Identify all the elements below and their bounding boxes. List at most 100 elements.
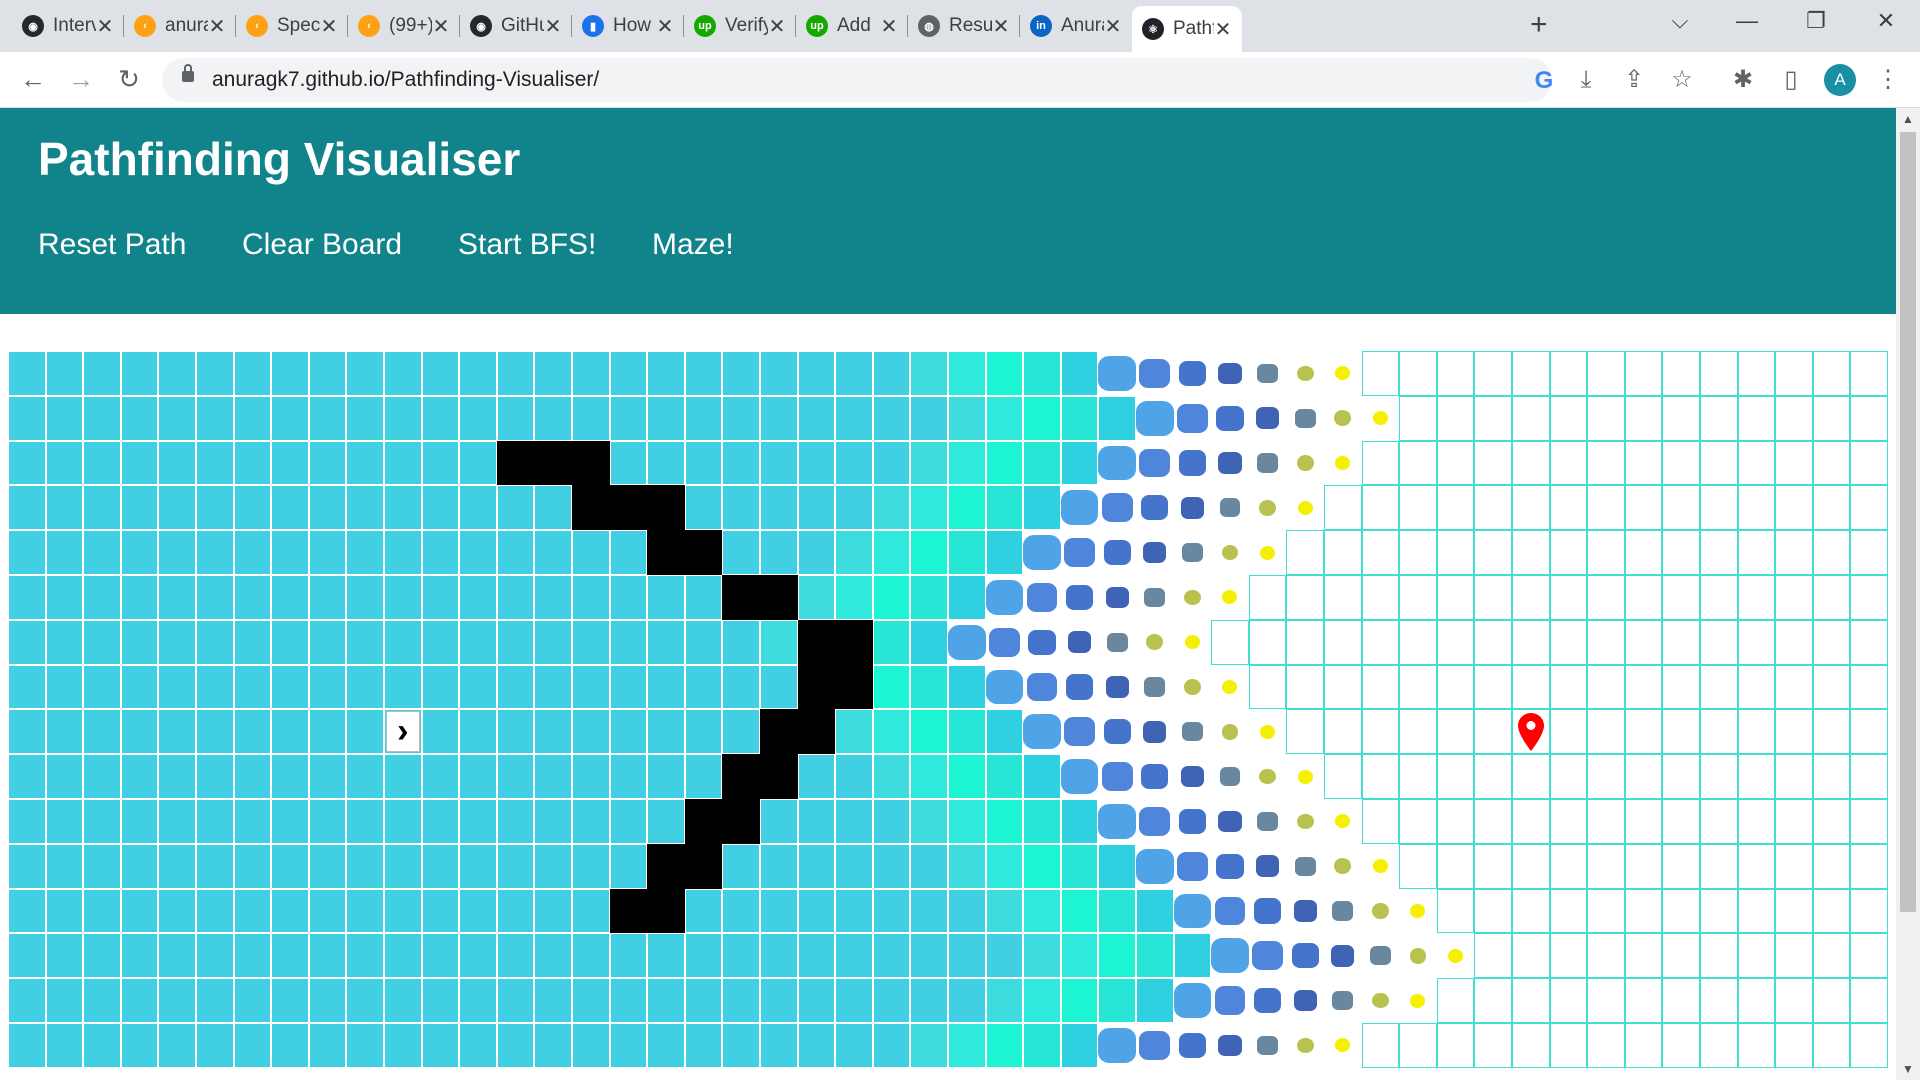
- visited-cell[interactable]: [534, 709, 572, 755]
- visited-cell[interactable]: [534, 530, 572, 575]
- unvisited-cell[interactable]: [1549, 575, 1588, 620]
- visited-cell[interactable]: [684, 619, 723, 665]
- browser-tab[interactable]: ▮ How ✕: [572, 6, 684, 46]
- unvisited-cell[interactable]: [1286, 619, 1324, 665]
- side-panel-icon[interactable]: ▯: [1775, 66, 1807, 94]
- visited-cell[interactable]: [797, 888, 836, 934]
- visiting-cell[interactable]: [1173, 619, 1212, 665]
- unvisited-cell[interactable]: [1587, 799, 1625, 844]
- visited-cell[interactable]: [985, 754, 1024, 799]
- forward-button[interactable]: →: [64, 64, 98, 94]
- visited-cell[interactable]: [45, 619, 84, 665]
- visited-cell[interactable]: [985, 395, 1024, 441]
- visiting-cell[interactable]: [1211, 843, 1249, 889]
- visited-cell[interactable]: [459, 530, 497, 575]
- visited-cell[interactable]: [158, 619, 196, 665]
- visited-cell[interactable]: [872, 351, 911, 396]
- unvisited-cell[interactable]: [1474, 709, 1512, 755]
- visiting-cell[interactable]: [1173, 351, 1212, 396]
- visited-cell[interactable]: [572, 933, 610, 979]
- visited-cell[interactable]: [609, 754, 648, 799]
- unvisited-cell[interactable]: [1850, 351, 1888, 396]
- unvisited-cell[interactable]: [1850, 664, 1888, 710]
- visited-cell[interactable]: [1023, 440, 1061, 486]
- visited-cell[interactable]: [459, 664, 497, 710]
- visited-cell[interactable]: [120, 843, 159, 889]
- visited-cell[interactable]: [496, 575, 535, 620]
- visiting-cell[interactable]: [1324, 351, 1362, 396]
- unvisited-cell[interactable]: [1812, 709, 1851, 755]
- visited-cell[interactable]: [948, 843, 986, 889]
- unvisited-cell[interactable]: [1361, 799, 1400, 844]
- share-icon[interactable]: ⇪: [1618, 66, 1650, 94]
- visited-cell[interactable]: [158, 799, 196, 844]
- visiting-cell[interactable]: [1060, 575, 1099, 620]
- visited-cell[interactable]: [233, 754, 272, 799]
- wall-cell[interactable]: [722, 754, 760, 799]
- visited-cell[interactable]: [120, 664, 159, 710]
- unvisited-cell[interactable]: [1587, 530, 1625, 575]
- unvisited-cell[interactable]: [1700, 978, 1738, 1023]
- unvisited-cell[interactable]: [1474, 575, 1512, 620]
- unvisited-cell[interactable]: [1324, 575, 1362, 620]
- unvisited-cell[interactable]: [1775, 843, 1813, 889]
- visiting-cell[interactable]: [1173, 440, 1212, 486]
- unvisited-cell[interactable]: [1436, 709, 1475, 755]
- visited-cell[interactable]: [722, 619, 760, 665]
- visiting-cell[interactable]: [1098, 799, 1136, 844]
- visited-cell[interactable]: [346, 395, 384, 441]
- visiting-cell[interactable]: [1060, 709, 1099, 755]
- visiting-cell[interactable]: [1136, 351, 1174, 396]
- visited-cell[interactable]: [45, 709, 84, 755]
- visited-cell[interactable]: [421, 843, 460, 889]
- visiting-cell[interactable]: [1211, 395, 1249, 441]
- unvisited-cell[interactable]: [1850, 978, 1888, 1023]
- visited-cell[interactable]: [760, 395, 798, 441]
- visiting-cell[interactable]: [1248, 440, 1287, 486]
- visited-cell[interactable]: [572, 619, 610, 665]
- visited-cell[interactable]: [196, 843, 234, 889]
- unvisited-cell[interactable]: [1512, 1023, 1550, 1068]
- wall-cell[interactable]: [835, 619, 873, 665]
- visited-cell[interactable]: [120, 978, 159, 1023]
- unvisited-cell[interactable]: [1512, 351, 1550, 396]
- visited-cell[interactable]: [948, 754, 986, 799]
- visited-cell[interactable]: [684, 351, 723, 396]
- visiting-cell[interactable]: [1136, 530, 1174, 575]
- visited-cell[interactable]: [8, 799, 46, 844]
- visited-cell[interactable]: [308, 440, 347, 486]
- wall-cell[interactable]: [722, 799, 760, 844]
- visiting-cell[interactable]: [1098, 575, 1136, 620]
- browser-tab[interactable]: ◍ Result✕: [908, 6, 1020, 46]
- unvisited-cell[interactable]: [1737, 530, 1776, 575]
- unvisited-cell[interactable]: [1587, 440, 1625, 486]
- visiting-cell[interactable]: [1324, 1023, 1362, 1068]
- visited-cell[interactable]: [496, 619, 535, 665]
- visiting-cell[interactable]: [1248, 395, 1287, 441]
- visiting-cell[interactable]: [1023, 575, 1061, 620]
- visiting-cell[interactable]: [1211, 351, 1249, 396]
- visited-cell[interactable]: [910, 664, 948, 710]
- wall-cell[interactable]: [684, 843, 723, 889]
- visited-cell[interactable]: [308, 709, 347, 755]
- visiting-cell[interactable]: [1248, 530, 1287, 575]
- unvisited-cell[interactable]: [1549, 395, 1588, 441]
- visiting-cell[interactable]: [985, 619, 1024, 665]
- visiting-cell[interactable]: [1023, 619, 1061, 665]
- visited-cell[interactable]: [835, 440, 873, 486]
- unvisited-cell[interactable]: [1662, 395, 1700, 441]
- visited-cell[interactable]: [308, 351, 347, 396]
- visited-cell[interactable]: [8, 575, 46, 620]
- visiting-cell[interactable]: [1023, 530, 1061, 575]
- visiting-cell[interactable]: [1098, 754, 1136, 799]
- visited-cell[interactable]: [346, 933, 384, 979]
- visiting-cell[interactable]: [1211, 440, 1249, 486]
- unvisited-cell[interactable]: [1812, 1023, 1851, 1068]
- visited-cell[interactable]: [647, 351, 685, 396]
- visited-cell[interactable]: [985, 888, 1024, 934]
- visited-cell[interactable]: [534, 485, 572, 531]
- unvisited-cell[interactable]: [1850, 440, 1888, 486]
- wall-cell[interactable]: [496, 440, 535, 486]
- unvisited-cell[interactable]: [1399, 1023, 1437, 1068]
- visiting-cell[interactable]: [1136, 843, 1174, 889]
